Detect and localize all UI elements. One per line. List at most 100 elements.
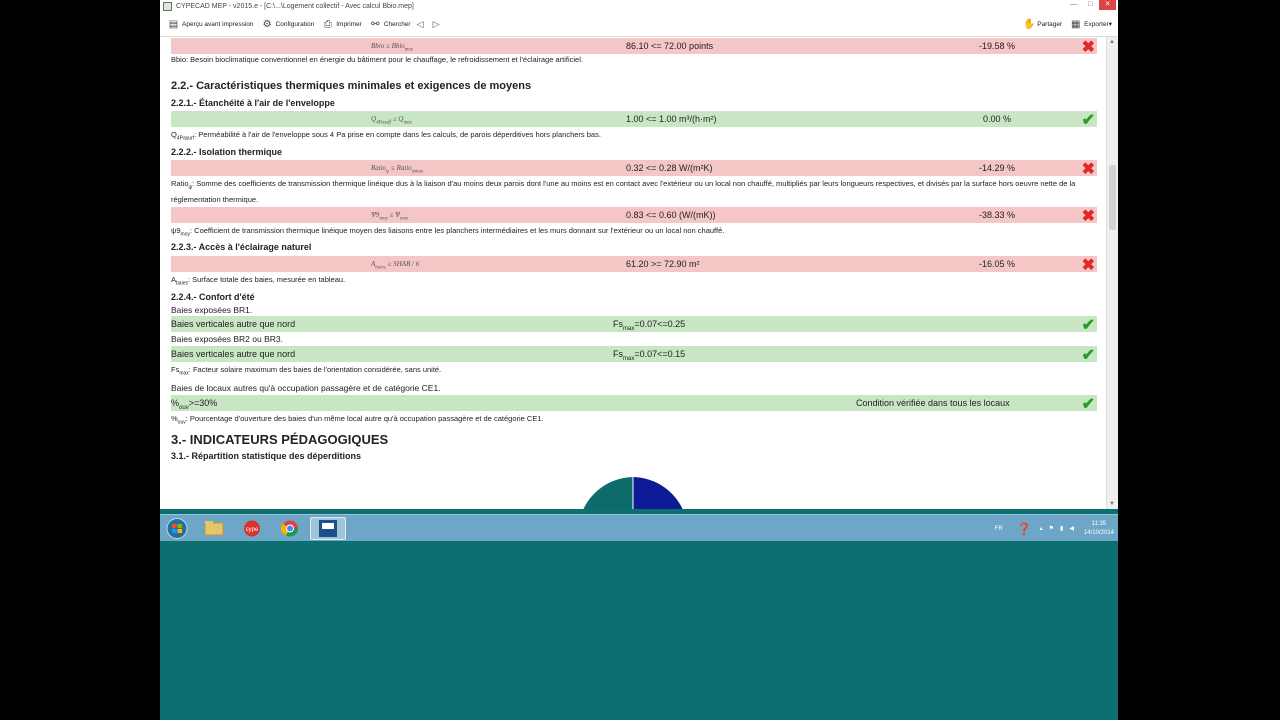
psi-value: 0.83 <= 0.60 (W/(mK)) <box>626 210 716 220</box>
baies-br1-label: Baies exposées BR1. <box>171 305 253 315</box>
abaies-check-row: Abaies ≥ SHAB / 6 61.20 >= 72.90 m² -16.… <box>171 256 1097 274</box>
flag-icon[interactable]: ⚑ <box>1049 525 1054 532</box>
toolbar-right: ✋ Partager ▦ Exporter▾ <box>1015 16 1112 32</box>
section-2-2-3-title: 2.2.3.- Accès à l'éclairage naturel <box>171 242 312 252</box>
clock[interactable]: 11:35 14/10/2014 <box>1084 520 1114 538</box>
print-label: Imprimer <box>336 20 362 28</box>
check-icon: ✔ <box>1081 347 1095 364</box>
search-button[interactable]: ⚯ Chercher <box>370 16 411 32</box>
section-2-2-title: 2.2.- Caractéristiques thermiques minima… <box>171 80 532 92</box>
mep-app-button[interactable] <box>310 517 346 540</box>
psi-check-row: Ψ9moy ≤ Ψmax 0.83 <= 0.60 (W/(mK)) -38.3… <box>171 207 1097 225</box>
minimize-button[interactable]: — <box>1065 0 1082 10</box>
export-icon: ▦ <box>1070 18 1081 30</box>
window-title: CYPECAD MEP - v2015.e - [C:\...\Logement… <box>176 2 414 10</box>
cype-icon: cype <box>244 520 260 537</box>
section-2-2-2-title: 2.2.2.- Isolation thermique <box>171 147 283 157</box>
desktop: CYPECAD MEP - v2015.e - [C:\...\Logement… <box>160 0 1118 720</box>
tray-expand-icon[interactable]: ▴ <box>1040 525 1043 532</box>
print-preview-icon: ▤ <box>168 18 179 30</box>
fs-row-1-value: Fsmax=0.07<=0.25 <box>613 319 686 332</box>
scroll-thumb[interactable] <box>1109 165 1116 230</box>
check-icon: ✔ <box>1081 112 1095 129</box>
report-view[interactable]: Bbio ≤ Bbiomax 86.10 <= 72.00 points -19… <box>160 37 1106 509</box>
configuration-label: Configuration <box>275 20 315 28</box>
start-button[interactable] <box>162 517 192 540</box>
taskbar: cype FR ❓ ▴ ⚑ ▮ ◀ 11:35 14/10/2014 <box>160 514 1118 541</box>
back-icon[interactable]: ◁ <box>417 19 427 30</box>
system-tray: FR ❓ ▴ ⚑ ▮ ◀ 11:35 14/10/2014 <box>995 518 1114 539</box>
ratio-value: 0.32 <= 0.28 W/(m²K) <box>626 163 713 173</box>
q-check-row: Q4Paseff ≤ Qmax 1.00 <= 1.00 m³/(h·m²) 0… <box>171 111 1097 129</box>
pie-slice-right <box>633 477 683 509</box>
psi-note: ψ9moy: Coefficient de transmission therm… <box>171 226 725 238</box>
printer-icon: ⎙ <box>323 18 332 30</box>
q-note: Q4Pasurf: Perméabilité à l'air de l'enve… <box>171 130 601 142</box>
abaies-formula: Abaies ≥ SHAB / 6 <box>371 260 420 271</box>
print-preview-label: Aperçu avant impression <box>182 20 254 28</box>
chrome-button[interactable] <box>272 517 308 540</box>
section-3-title: 3.- INDICATEURS PÉDAGOGIQUES <box>171 432 389 447</box>
baies-br2-label: Baies exposées BR2 ou BR3. <box>171 334 283 344</box>
ouv-note: %ouv: Pourcentage d'ouverture des baies … <box>171 414 544 426</box>
fs-check-row-1: Baies verticales autre que nord Fsmax=0.… <box>171 316 1097 334</box>
volume-icon[interactable]: ◀ <box>1069 525 1074 532</box>
fail-x-icon: ✖ <box>1081 208 1095 225</box>
ouv-condition: Condition vérifiée dans tous les locaux <box>856 398 1010 408</box>
export-label: Exporter▾ <box>1084 21 1112 28</box>
title-bar: CYPECAD MEP - v2015.e - [C:\...\Logement… <box>160 0 1118 12</box>
network-icon[interactable]: ▮ <box>1060 525 1063 532</box>
scroll-up-icon[interactable]: ▲ <box>1109 39 1115 45</box>
share-button[interactable]: ✋ Partager <box>1023 16 1062 32</box>
ouv-label: %ouv>=30% <box>171 398 218 411</box>
close-button[interactable]: ✕ <box>1099 0 1116 10</box>
deperditions-pie-chart <box>583 477 683 509</box>
binoculars-icon: ⚯ <box>371 18 380 30</box>
chrome-icon <box>280 520 298 537</box>
section-3-1-title: 3.1.- Répartition statistique des déperd… <box>171 451 362 461</box>
check-icon: ✔ <box>1081 317 1095 334</box>
pie-slice-left <box>583 477 633 509</box>
clock-time: 11:35 <box>1091 520 1107 527</box>
windows-logo-icon <box>166 518 188 539</box>
fail-x-icon: ✖ <box>1081 257 1095 274</box>
ratio-pct: -14.29 % <box>979 163 1016 173</box>
gear-icon: ⚙ <box>262 18 272 30</box>
q-pct: 0.00 % <box>983 114 1012 124</box>
share-label: Partager <box>1037 20 1063 28</box>
bbio-check-row: Bbio ≤ Bbiomax 86.10 <= 72.00 points -19… <box>171 38 1097 56</box>
print-preview-button[interactable]: ▤ Aperçu avant impression <box>168 16 254 32</box>
baies-ce1-label: Baies de locaux autres qu'à occupation p… <box>171 383 441 393</box>
bbio-pct: -19.58 % <box>979 41 1016 51</box>
clock-date: 14/10/2014 <box>1083 529 1114 536</box>
bbio-note: Bbio: Besoin bioclimatique conventionnel… <box>171 55 583 64</box>
fs-row-2-label: Baies verticales autre que nord <box>171 349 296 359</box>
ratio-formula: Ratioψ ≤ Ratioψmax <box>371 164 424 175</box>
vertical-scrollbar[interactable]: ▲ ▼ <box>1106 37 1118 509</box>
ouv-check-row: %ouv>=30% Condition vérifiée dans tous l… <box>171 395 1097 413</box>
forward-icon[interactable]: ▷ <box>433 19 443 30</box>
window-controls: — □ ✕ <box>1065 0 1116 11</box>
section-2-2-1-title: 2.2.1.- Étanchéité à l'air de l'envelopp… <box>171 98 335 108</box>
scroll-down-icon[interactable]: ▼ <box>1109 501 1115 507</box>
export-button[interactable]: ▦ Exporter▾ <box>1070 16 1112 32</box>
file-explorer-button[interactable] <box>196 517 232 540</box>
svg-text:cype: cype <box>246 527 259 533</box>
psi-pct: -38.33 % <box>979 210 1016 220</box>
check-icon: ✔ <box>1081 396 1095 413</box>
configuration-button[interactable]: ⚙ Configuration <box>262 16 315 32</box>
print-button[interactable]: ⎙ Imprimer <box>322 16 362 32</box>
cype-app-button[interactable]: cype <box>234 517 270 540</box>
share-icon: ✋ <box>1023 18 1036 30</box>
bbio-formula: Bbio ≤ Bbiomax <box>371 42 414 53</box>
fs-check-row-2: Baies verticales autre que nord Fsmax=0.… <box>171 346 1097 364</box>
ratio-note: Ratioψ: Somme des coefficients de transm… <box>171 179 1076 204</box>
fail-x-icon: ✖ <box>1081 161 1095 178</box>
search-label: Chercher <box>383 20 411 28</box>
mep-icon <box>319 520 337 537</box>
abaies-value: 61.20 >= 72.90 m² <box>626 259 700 269</box>
language-indicator[interactable]: FR <box>995 526 1003 532</box>
abaies-note: Abaies: Surface totale des baies, mesuré… <box>171 275 346 287</box>
maximize-button[interactable]: □ <box>1082 0 1099 10</box>
help-icon[interactable]: ❓ <box>1017 522 1032 536</box>
